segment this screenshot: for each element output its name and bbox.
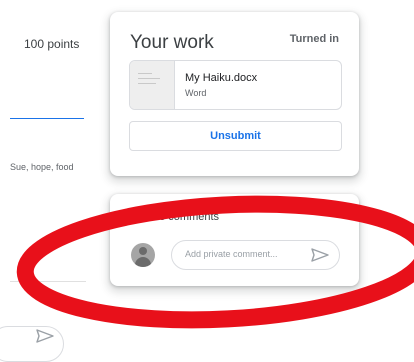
private-comments-title: Private comments [131, 211, 220, 223]
private-comment-input[interactable]: Add private comment... [171, 240, 340, 270]
private-comments-card: Private comments Add private comment... [110, 194, 359, 286]
unsubmit-button[interactable]: Unsubmit [129, 121, 342, 151]
active-tab-underline [10, 118, 84, 119]
attachment-item[interactable]: My Haiku.docx Word [129, 60, 342, 110]
divider [10, 281, 86, 282]
your-work-card: Your work Turned in My Haiku.docx Word U… [110, 12, 359, 176]
private-comment-placeholder: Add private comment... [185, 249, 278, 259]
attachment-name: My Haiku.docx [185, 72, 258, 84]
turned-in-status: Turned in [289, 33, 339, 45]
class-comment-input[interactable] [0, 326, 64, 362]
points-label: 100 points [24, 37, 80, 51]
send-icon[interactable] [311, 248, 329, 262]
keywords-text: Sue, hope, food [10, 162, 74, 172]
send-icon[interactable] [36, 329, 54, 343]
user-avatar-icon [131, 243, 155, 267]
document-thumbnail-icon [130, 61, 175, 109]
attachment-type: Word [185, 88, 207, 98]
your-work-title: Your work [130, 32, 214, 53]
